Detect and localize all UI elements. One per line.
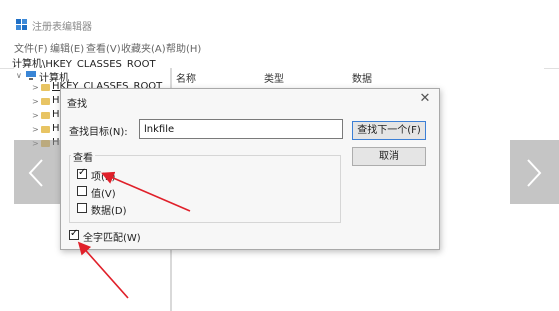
window-title: 注册表编辑器 — [32, 22, 92, 33]
checkbox[interactable] — [77, 186, 87, 196]
chevron-right-icon[interactable]: > — [32, 125, 39, 134]
chevron-right-icon — [527, 159, 542, 187]
find-what-label: 查找目标(N): — [69, 127, 128, 138]
column-header-type[interactable]: 类型 — [264, 70, 284, 85]
find-next-button[interactable]: 查找下一个(F) — [352, 121, 426, 140]
next-slide-button[interactable] — [510, 140, 559, 204]
folder-icon — [41, 84, 50, 91]
chevron-left-icon — [28, 159, 43, 187]
option-keys-label: 项(K) — [91, 172, 116, 183]
chevron-right-icon[interactable]: > — [32, 97, 39, 106]
column-header-name[interactable]: 名称 — [176, 70, 196, 85]
menu-view[interactable]: 查看(V) — [86, 40, 121, 55]
folder-icon — [41, 126, 50, 133]
chevron-down-icon[interactable]: ∨ — [16, 71, 22, 80]
checkbox[interactable]: ✓ — [77, 167, 87, 179]
address-bar[interactable]: 计算机\HKEY_CLASSES_ROOT — [0, 55, 559, 70]
look-at-label: 查看 — [71, 149, 95, 164]
find-what-input[interactable] — [139, 119, 343, 139]
menu-edit[interactable]: 编辑(E) — [50, 40, 84, 55]
menu-favorites[interactable]: 收藏夹(A) — [121, 40, 166, 55]
registry-icon — [16, 19, 27, 30]
column-header-data[interactable]: 数据 — [352, 70, 372, 85]
checkbox[interactable] — [77, 203, 87, 213]
prev-slide-button[interactable] — [14, 140, 60, 204]
checkmark-icon: ✓ — [70, 228, 79, 239]
folder-icon — [41, 112, 50, 119]
option-data-label: 数据(D) — [91, 206, 127, 217]
menu-help[interactable]: 帮助(H) — [166, 40, 201, 55]
menu-bar: 文件(F) 编辑(E) 查看(V) 收藏夹(A) 帮助(H) — [0, 38, 559, 55]
chevron-right-icon[interactable]: > — [32, 111, 39, 120]
option-values-label: 值(V) — [91, 189, 116, 200]
checkbox[interactable]: ✓ — [69, 228, 79, 240]
chevron-right-icon[interactable]: > — [32, 83, 39, 92]
match-whole-string-label: 全字匹配(W) — [83, 233, 141, 244]
cancel-button[interactable]: 取消 — [352, 147, 426, 166]
menu-file[interactable]: 文件(F) — [14, 40, 48, 55]
checkmark-icon: ✓ — [78, 167, 87, 178]
title-bar: 注册表编辑器 — [0, 14, 559, 36]
folder-icon — [41, 98, 50, 105]
computer-icon — [26, 71, 36, 80]
dialog-title: 查找 — [67, 99, 87, 110]
close-icon[interactable]: ✕ — [418, 92, 432, 106]
find-dialog: 查找 ✕ 查找目标(N): 查找下一个(F) 取消 查看 ✓ 项(K) 值(V)… — [60, 88, 440, 250]
